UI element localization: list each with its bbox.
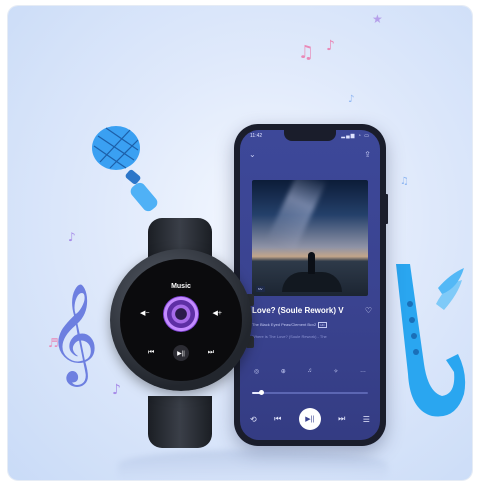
repeat-icon[interactable]: ⟲ [250, 415, 257, 424]
phone-notch [284, 130, 336, 141]
art-tag: MV [256, 286, 265, 292]
smartwatch: Music ◀− ◀+ ⏮ ▶|| ⏭ [110, 249, 252, 391]
treble-clef-icon: 𝄞 [48, 283, 99, 383]
lyric-line: Where is The Love? (Soule Rework) - The [252, 334, 327, 339]
watch-strap-bottom [148, 396, 212, 448]
music-note-icon: ♪ [348, 94, 355, 105]
play-pause-button[interactable]: ▶|| [298, 408, 321, 430]
tool-icon[interactable]: ⊕ [281, 368, 286, 375]
chevron-down-icon[interactable]: ⌄ [249, 150, 256, 159]
phone-screen: 11:42 ▂▄▆ ◔ ▭ ⌄ ⇪ MV Love? (Soule Rework… [240, 130, 380, 440]
device-reflection [118, 450, 388, 480]
song-title: Love? (Soule Rework) V [252, 306, 344, 315]
music-note-icon: ♪ [112, 382, 121, 398]
saxophone-icon [396, 264, 466, 417]
milky-way [266, 180, 328, 253]
star-icon: ★ [372, 12, 383, 26]
progress-knob[interactable] [259, 390, 265, 395]
previous-icon[interactable]: ⏮ [148, 349, 154, 357]
artist-label: The Black Eyed Peas/Clement Bcx2 [252, 322, 317, 327]
tool-icon[interactable]: ♫ [307, 368, 312, 375]
player-controls: ⟲ ⏮ ▶|| ⏭ ☰ [250, 408, 370, 430]
product-card: ♫ ♪ ★ ♪ ♫ ♪ ♬ ♪ 𝄞 11:42 ▂▄▆ ◔ ▭ ⌄ ⇪ MV L… [8, 6, 472, 480]
watch-controls: ⏮ ▶|| ⏭ [148, 345, 214, 361]
album-art: MV [252, 180, 368, 296]
smartphone: 11:42 ▂▄▆ ◔ ▭ ⌄ ⇪ MV Love? (Soule Rework… [234, 124, 388, 446]
volume-down-icon[interactable]: ◀− [140, 309, 149, 317]
previous-icon[interactable]: ⏮ [274, 414, 281, 424]
music-note-icon: ♪ [326, 38, 335, 54]
person-silhouette [308, 252, 315, 274]
progress-bar[interactable] [252, 390, 368, 395]
music-disc-icon [163, 296, 199, 332]
watch-face: Music ◀− ◀+ ⏮ ▶|| ⏭ [120, 259, 242, 381]
phone-side-button [385, 194, 388, 224]
watch-title: Music [171, 283, 191, 290]
next-icon[interactable]: ⏭ [338, 414, 345, 424]
next-icon[interactable]: ⏭ [208, 349, 214, 357]
share-icon[interactable]: ⇪ [364, 150, 371, 159]
play-pause-button[interactable]: ▶|| [173, 345, 189, 361]
heart-icon[interactable]: ♡ [365, 306, 372, 315]
more-icon[interactable]: … [360, 368, 366, 375]
music-note-icon: ♪ [68, 230, 76, 244]
rock-silhouette [282, 272, 342, 292]
music-note-icon: ♫ [298, 42, 315, 63]
music-note-icon: ♫ [400, 176, 409, 187]
status-icons: ▂▄▆ ◔ ▭ [341, 133, 370, 139]
tool-icon[interactable]: ◎ [254, 368, 259, 375]
volume-up-icon[interactable]: ◀+ [213, 309, 222, 317]
artist-name: The Black Eyed Peas/Clement Bcx2 HD [252, 322, 327, 328]
status-time: 11:42 [250, 133, 263, 139]
playlist-icon[interactable]: ☰ [363, 415, 370, 424]
tool-icon[interactable]: ✧ [333, 368, 338, 375]
tool-row: ◎ ⊕ ♫ ✧ … [254, 368, 366, 375]
quality-badge: HD [318, 322, 327, 328]
